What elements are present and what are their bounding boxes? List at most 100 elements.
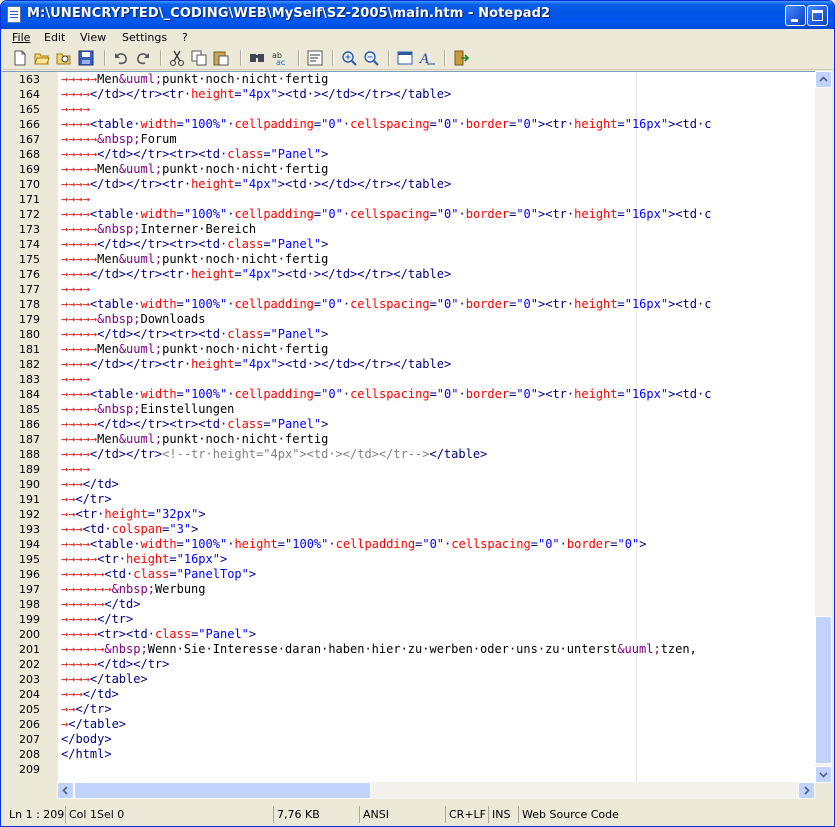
line-text[interactable]: →→→→</td></tr><tr·height="4px"><td·></td…: [61, 87, 451, 102]
code-line[interactable]: 177 →→→→: [2, 282, 815, 297]
line-text[interactable]: →→<tr·height="32px">: [61, 507, 206, 522]
line-text[interactable]: </body>: [61, 732, 112, 747]
code-line[interactable]: 190 →→→</td>: [2, 477, 815, 492]
code-line[interactable]: 192 →→<tr·height="32px">: [2, 507, 815, 522]
code-line[interactable]: 198 →→→→→→</td>: [2, 597, 815, 612]
scroll-left-button[interactable]: [57, 782, 74, 799]
code-line[interactable]: 163 →→→→→Men&uuml;punkt·noch·nicht·fertig: [2, 72, 815, 87]
maximize-button[interactable]: [807, 5, 828, 26]
line-text[interactable]: →→→</td>: [61, 687, 119, 702]
line-text[interactable]: →→→→→&nbsp;Einstellungen: [61, 402, 234, 417]
scroll-down-button[interactable]: [815, 766, 832, 783]
code-line[interactable]: 205 →→</tr>: [2, 702, 815, 717]
code-line[interactable]: 179 →→→→→&nbsp;Downloads: [2, 312, 815, 327]
line-text[interactable]: →</table>: [61, 717, 126, 732]
line-text[interactable]: →→→→→Men&uuml;punkt·noch·nicht·fertig: [61, 342, 328, 357]
code-line[interactable]: 200 →→→→→<tr><td·class="Panel">: [2, 627, 815, 642]
code-line[interactable]: 173 →→→→→&nbsp;Interner·Bereich: [2, 222, 815, 237]
line-text[interactable]: →→→→: [61, 462, 90, 477]
line-text[interactable]: →→→→: [61, 192, 90, 207]
code-line[interactable]: 174 →→→→→</td></tr><tr><td·class="Panel">: [2, 237, 815, 252]
code-line[interactable]: 191 →→</tr>: [2, 492, 815, 507]
line-text[interactable]: →→→→→&nbsp;Forum: [61, 132, 177, 147]
code-line[interactable]: 208 </html>: [2, 747, 815, 762]
code-line[interactable]: 183 →→→→: [2, 372, 815, 387]
vertical-scrollbar[interactable]: [815, 71, 832, 783]
code-line[interactable]: 184 →→→→<table·width="100%"·cellpadding="…: [2, 387, 815, 402]
find-icon[interactable]: [248, 49, 266, 67]
menu-settings[interactable]: Settings: [122, 31, 167, 44]
line-text[interactable]: →→→→→→→&nbsp;Werbung: [61, 582, 206, 597]
new-file-icon[interactable]: [11, 49, 29, 67]
scroll-up-button[interactable]: [815, 71, 832, 88]
code-line[interactable]: 197 →→→→→→→&nbsp;Werbung: [2, 582, 815, 597]
line-text[interactable]: </html>: [61, 747, 112, 762]
status-encoding[interactable]: ANSI: [360, 806, 446, 823]
line-text[interactable]: →→</tr>: [61, 492, 112, 507]
code-line[interactable]: 201 →→→→→→&nbsp;Wenn·Sie·Interesse·daran·…: [2, 642, 815, 657]
code-line[interactable]: 170 →→→→</td></tr><tr·height="4px"><td·><…: [2, 177, 815, 192]
code-line[interactable]: 167 →→→→→&nbsp;Forum: [2, 132, 815, 147]
horizontal-scroll-thumb[interactable]: [74, 782, 371, 799]
code-line[interactable]: 195 →→→→→<tr·height="16px">: [2, 552, 815, 567]
schemes-icon[interactable]: [396, 49, 414, 67]
line-text[interactable]: →→→→→Men&uuml;punkt·noch·nicht·fertig: [61, 252, 328, 267]
zoom-in-icon[interactable]: [340, 49, 358, 67]
menu-view[interactable]: View: [80, 31, 106, 44]
code-line[interactable]: 199 →→→→→</tr>: [2, 612, 815, 627]
open-icon[interactable]: [33, 49, 51, 67]
line-text[interactable]: →→→→<table·width="100%"·cellpadding="0"·…: [61, 387, 711, 402]
code-line[interactable]: 176 →→→→</td></tr><tr·height="4px"><td·><…: [2, 267, 815, 282]
zoom-out-icon[interactable]: [362, 49, 380, 67]
status-line-endings[interactable]: CR+LF: [446, 806, 489, 823]
notepad-app-icon[interactable]: [7, 6, 21, 23]
menu-edit[interactable]: Edit: [44, 31, 65, 44]
line-text[interactable]: →→→→: [61, 372, 90, 387]
line-text[interactable]: →→→→→<tr><td·class="Panel">: [61, 627, 256, 642]
code-line[interactable]: 202 →→→→→</td></tr>: [2, 657, 815, 672]
minimize-button[interactable]: [785, 5, 806, 26]
font-icon[interactable]: A: [418, 49, 436, 67]
line-text[interactable]: →→→→→</tr>: [61, 612, 133, 627]
redo-icon[interactable]: [134, 49, 152, 67]
horizontal-scrollbar[interactable]: [57, 782, 815, 799]
line-text[interactable]: →→→→→Men&uuml;punkt·noch·nicht·fertig: [61, 72, 328, 87]
code-line[interactable]: 181 →→→→→Men&uuml;punkt·noch·nicht·fertig: [2, 342, 815, 357]
code-line[interactable]: 175 →→→→→Men&uuml;punkt·noch·nicht·fertig: [2, 252, 815, 267]
save-icon[interactable]: [77, 49, 95, 67]
line-text[interactable]: →→→→<table·width="100%"·cellpadding="0"·…: [61, 117, 711, 132]
code-line[interactable]: 206 →</table>: [2, 717, 815, 732]
line-text[interactable]: →→→→<table·width="100%"·cellpadding="0"·…: [61, 207, 711, 222]
code-line[interactable]: 169 →→→→→Men&uuml;punkt·noch·nicht·fertig: [2, 162, 815, 177]
line-text[interactable]: →→→<td·colspan="3">: [61, 522, 198, 537]
code-line[interactable]: 172 →→→→<table·width="100%"·cellpadding="…: [2, 207, 815, 222]
line-text[interactable]: →→→→→&nbsp;Downloads: [61, 312, 206, 327]
line-text[interactable]: →→→→<table·width="100%"·height="100%"·ce…: [61, 537, 646, 552]
menu-help[interactable]: ?: [182, 31, 188, 44]
line-text[interactable]: →→→→: [61, 102, 90, 117]
line-text[interactable]: →→→→</table>: [61, 672, 148, 687]
replace-icon[interactable]: abac: [270, 49, 288, 67]
line-text[interactable]: →→→→→→<td·class="PanelTop">: [61, 567, 256, 582]
line-text[interactable]: →→→</td>: [61, 477, 119, 492]
code-line[interactable]: 203 →→→→</table>: [2, 672, 815, 687]
line-text[interactable]: →→→→→&nbsp;Interner·Bereich: [61, 222, 256, 237]
line-text[interactable]: →→→→→Men&uuml;punkt·noch·nicht·fertig: [61, 162, 328, 177]
code-line[interactable]: 182 →→→→</td></tr><tr·height="4px"><td·><…: [2, 357, 815, 372]
editor[interactable]: 163 →→→→→Men&uuml;punkt·noch·nicht·fertig…: [2, 71, 815, 783]
exit-icon[interactable]: [452, 49, 470, 67]
line-text[interactable]: →→→→<table·width="100%"·cellpadding="0"·…: [61, 297, 711, 312]
line-text[interactable]: →→→→→</td></tr>: [61, 657, 169, 672]
code-line[interactable]: 171 →→→→: [2, 192, 815, 207]
line-text[interactable]: →→→→: [61, 282, 90, 297]
status-scheme[interactable]: Web Source Code: [519, 806, 639, 823]
title-bar[interactable]: M:\UNENCRYPTED\_CODING\WEB\MySelf\SZ-200…: [1, 1, 834, 29]
code-line[interactable]: 165 →→→→: [2, 102, 815, 117]
vertical-scroll-thumb[interactable]: [815, 616, 832, 764]
code-line[interactable]: 168 →→→→→</td></tr><tr><td·class="Panel">: [2, 147, 815, 162]
menu-file[interactable]: File: [12, 31, 30, 44]
code-line[interactable]: 204 →→→</td>: [2, 687, 815, 702]
line-text[interactable]: →→→→→Men&uuml;punkt·noch·nicht·fertig: [61, 432, 328, 447]
line-text[interactable]: →→→→→→</td>: [61, 597, 140, 612]
copy-icon[interactable]: [190, 49, 208, 67]
